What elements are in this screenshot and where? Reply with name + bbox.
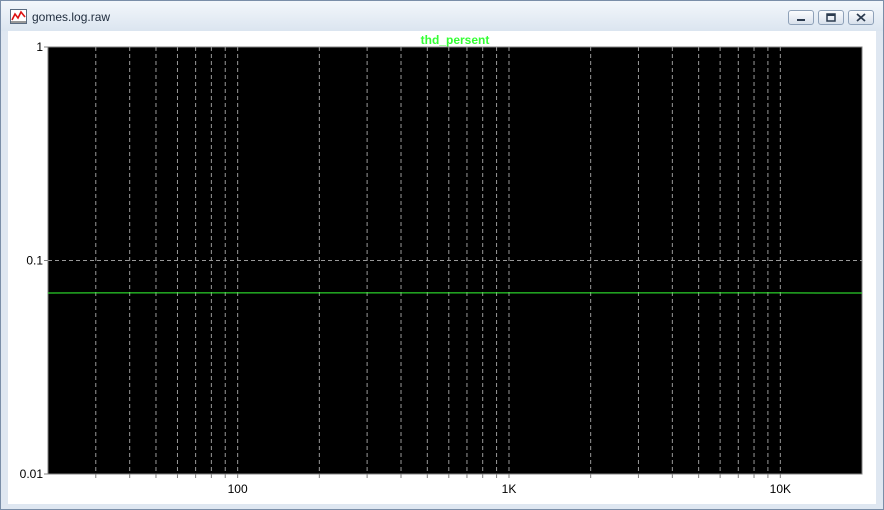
title-bar[interactable]: gomes.log.raw: [1, 1, 883, 31]
waveform-plot-icon[interactable]: [10, 9, 27, 24]
close-button[interactable]: [848, 10, 874, 25]
y-tick-label: 0.1: [26, 254, 43, 268]
x-tick-label: 10K: [770, 482, 791, 496]
x-tick-label: 1K: [502, 482, 517, 496]
trace-label[interactable]: thd_persent: [421, 33, 490, 47]
x-tick-label: 100: [228, 482, 248, 496]
y-tick-label: 1: [36, 40, 43, 54]
window-title: gomes.log.raw: [32, 10, 111, 24]
waveform-viewer: thd_persent 100 1K 10K 1 0.1 0.01: [8, 31, 876, 504]
restore-icon: [826, 13, 836, 22]
minimize-button[interactable]: [788, 10, 814, 25]
close-icon: [856, 13, 866, 22]
y-tick-label: 0.01: [20, 467, 44, 481]
minimize-icon: [797, 19, 805, 21]
plot-area[interactable]: thd_persent 100 1K 10K 1 0.1 0.01: [8, 31, 876, 504]
restore-button[interactable]: [818, 10, 844, 25]
plot-window: gomes.log.raw thd_persent 100 1K 10K 1 0.1: [0, 0, 884, 510]
